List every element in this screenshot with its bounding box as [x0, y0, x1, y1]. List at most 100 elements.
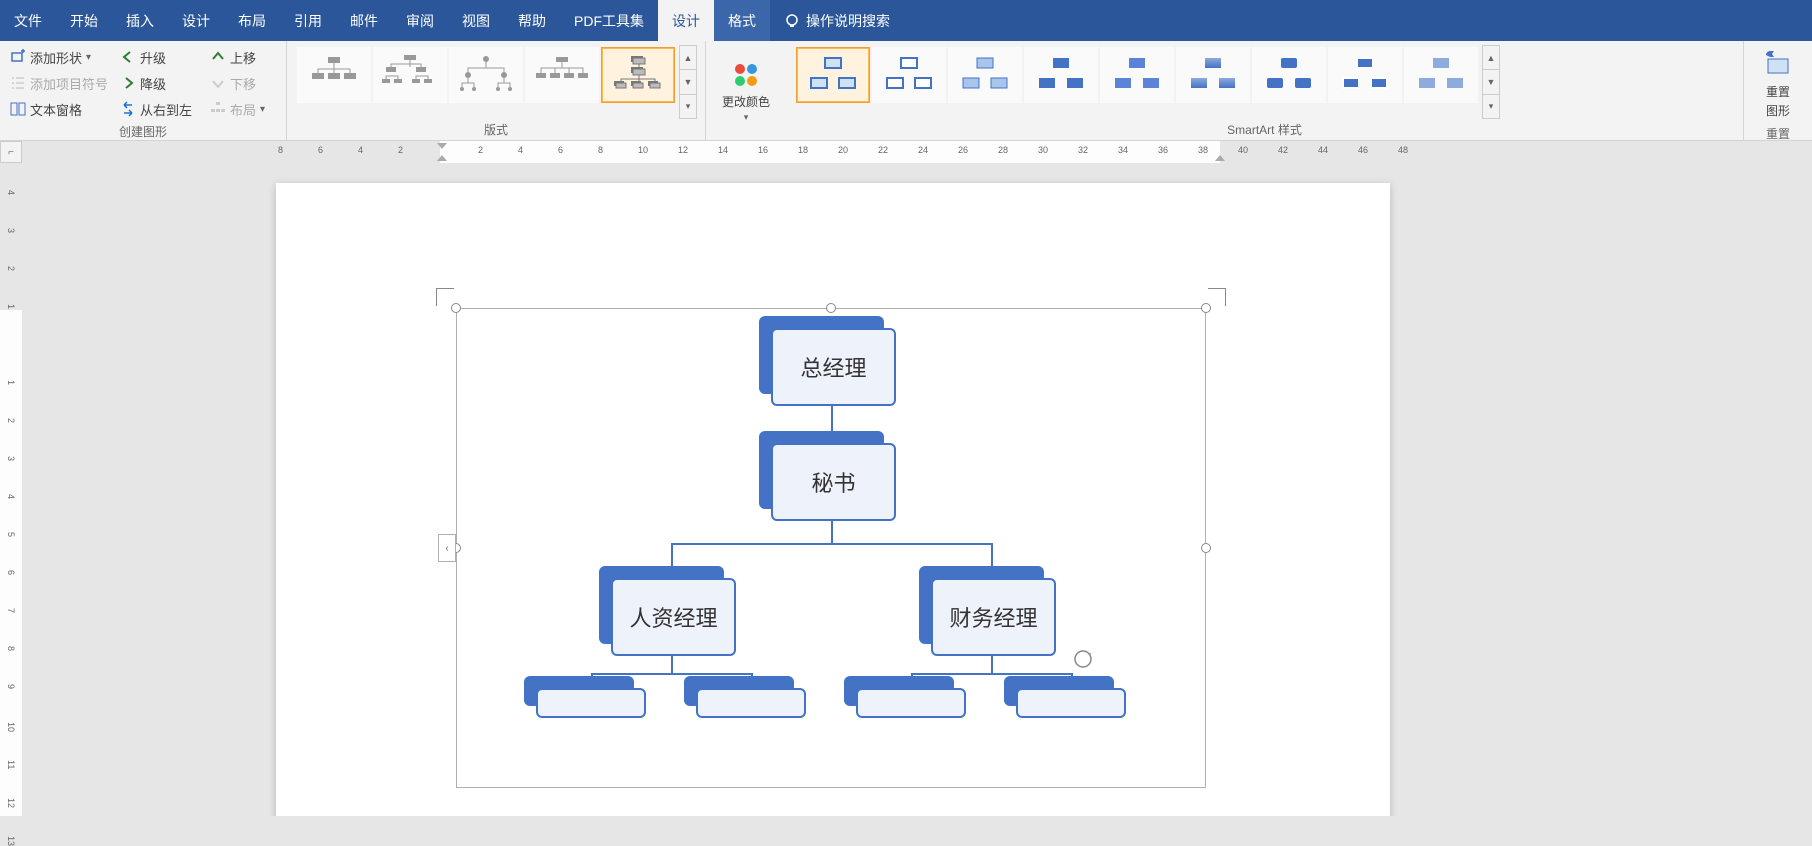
- style-option-4[interactable]: [1024, 47, 1098, 103]
- reset-icon: [1762, 49, 1794, 81]
- demote-button[interactable]: 降级: [118, 71, 208, 95]
- add-shape-button[interactable]: 添加形状 ▾: [8, 45, 118, 69]
- group-label-create: 创建图形: [8, 121, 278, 140]
- ribbon-group-styles: ▲ ▼ ▾ SmartArt 样式: [786, 41, 1744, 140]
- menu-file[interactable]: 文件: [0, 0, 56, 41]
- menu-mail[interactable]: 邮件: [336, 0, 392, 41]
- org-connector: [671, 543, 993, 545]
- reset-graphic-button[interactable]: 重置 图形: [1752, 45, 1804, 123]
- style-option-1-selected[interactable]: [796, 47, 870, 103]
- horizontal-ruler[interactable]: 8642246810121416182022242628303234363840…: [268, 141, 1812, 163]
- text-pane-expand-button[interactable]: ‹: [438, 534, 456, 562]
- menu-insert[interactable]: 插入: [112, 0, 168, 41]
- add-shape-icon: [10, 49, 26, 65]
- menu-design[interactable]: 设计: [168, 0, 224, 41]
- menu-review[interactable]: 审阅: [392, 0, 448, 41]
- corner-mark-tr: [1208, 288, 1226, 306]
- rotate-handle-icon[interactable]: [1072, 648, 1094, 670]
- ribbon: 添加形状 ▾ 添加项目符号 文本窗格 升级: [0, 41, 1812, 141]
- menu-pdf-tools[interactable]: PDF工具集: [560, 0, 658, 41]
- org-node-child[interactable]: [1016, 688, 1126, 718]
- tell-me-search[interactable]: 操作说明搜索: [770, 0, 904, 41]
- layout-icon: [210, 101, 226, 117]
- org-node-child[interactable]: [696, 688, 806, 718]
- scroll-more-button[interactable]: ▾: [1483, 95, 1499, 118]
- ribbon-group-layouts: ▲ ▼ ▾ 版式: [287, 41, 706, 140]
- org-node-label: 人资经理: [611, 578, 736, 656]
- arrow-down-icon: [210, 75, 226, 91]
- vertical-ruler[interactable]: 432112345678910111213: [0, 180, 22, 816]
- org-connector: [831, 518, 833, 543]
- menu-home[interactable]: 开始: [56, 0, 112, 41]
- org-node-label: 秘书: [771, 443, 896, 521]
- bulb-icon: [784, 13, 800, 29]
- style-option-5[interactable]: [1100, 47, 1174, 103]
- style-option-6[interactable]: [1176, 47, 1250, 103]
- org-node-hr[interactable]: 人资经理: [611, 578, 736, 656]
- promote-button[interactable]: 升级: [118, 45, 208, 69]
- org-node-label: 财务经理: [931, 578, 1056, 656]
- layout-option-3[interactable]: [449, 47, 523, 103]
- org-connector: [591, 673, 753, 675]
- scroll-up-button[interactable]: ▲: [680, 46, 696, 70]
- resize-handle-tl[interactable]: [451, 303, 461, 313]
- ribbon-group-create-graphic: 添加形状 ▾ 添加项目符号 文本窗格 升级: [0, 41, 287, 140]
- arrow-right-icon: [120, 75, 136, 91]
- layout-option-5-selected[interactable]: [601, 47, 675, 103]
- move-up-button[interactable]: 上移: [208, 45, 278, 69]
- org-node-root[interactable]: 总经理: [771, 328, 896, 406]
- ruler-corner: ⌐: [0, 141, 22, 163]
- org-node-child[interactable]: [536, 688, 646, 718]
- menu-view[interactable]: 视图: [448, 0, 504, 41]
- styles-gallery-scroll: ▲ ▼ ▾: [1482, 45, 1500, 119]
- org-node-secretary[interactable]: 秘书: [771, 443, 896, 521]
- org-node-child[interactable]: [856, 688, 966, 718]
- menu-smartart-design[interactable]: 设计: [658, 0, 714, 41]
- menu-help[interactable]: 帮助: [504, 0, 560, 41]
- scroll-up-button[interactable]: ▲: [1483, 46, 1499, 70]
- text-pane-icon: [10, 101, 26, 117]
- arrow-up-icon: [210, 49, 226, 65]
- style-option-2[interactable]: [872, 47, 946, 103]
- document-area: ‹ 总经理 秘书: [22, 163, 1812, 816]
- move-down-button: 下移: [208, 71, 278, 95]
- style-option-7[interactable]: [1252, 47, 1326, 103]
- document-page[interactable]: ‹ 总经理 秘书: [276, 183, 1390, 816]
- search-placeholder: 操作说明搜索: [806, 11, 890, 31]
- org-node-finance[interactable]: 财务经理: [931, 578, 1056, 656]
- resize-handle-right[interactable]: [1201, 543, 1211, 553]
- dropdown-icon: ▾: [744, 112, 749, 123]
- scroll-down-button[interactable]: ▼: [1483, 70, 1499, 94]
- text-pane-button[interactable]: 文本窗格: [8, 97, 118, 121]
- menu-bar: 文件 开始 插入 设计 布局 引用 邮件 审阅 视图 帮助 PDF工具集 设计 …: [0, 0, 1812, 41]
- layouts-gallery-scroll: ▲ ▼ ▾: [679, 45, 697, 119]
- style-option-9[interactable]: [1404, 47, 1478, 103]
- smartart-selection-frame[interactable]: ‹ 总经理 秘书: [436, 288, 1226, 808]
- org-node-label: 总经理: [771, 328, 896, 406]
- org-connector: [671, 653, 673, 673]
- layout-option-4[interactable]: [525, 47, 599, 103]
- styles-gallery: [794, 45, 1480, 119]
- layouts-gallery: [295, 45, 677, 119]
- rtl-icon: [120, 101, 136, 117]
- dropdown-icon: ▾: [86, 52, 96, 63]
- rtl-button[interactable]: 从右到左: [118, 97, 208, 121]
- resize-handle-top[interactable]: [826, 303, 836, 313]
- org-connector: [991, 653, 993, 673]
- menu-format[interactable]: 格式: [714, 0, 770, 41]
- right-indent-marker-icon[interactable]: [1214, 151, 1226, 163]
- scroll-down-button[interactable]: ▼: [680, 70, 696, 94]
- bullet-icon: [10, 75, 26, 91]
- menu-references[interactable]: 引用: [280, 0, 336, 41]
- resize-handle-tr[interactable]: [1201, 303, 1211, 313]
- group-label-layouts: 版式: [295, 119, 697, 138]
- change-colors-button[interactable]: 更改颜色 ▾: [714, 45, 778, 136]
- menu-layout[interactable]: 布局: [224, 0, 280, 41]
- style-option-8[interactable]: [1328, 47, 1402, 103]
- layout-option-2[interactable]: [373, 47, 447, 103]
- layout-option-1[interactable]: [297, 47, 371, 103]
- indent-marker-icon[interactable]: [436, 141, 448, 163]
- org-connector: [831, 404, 833, 434]
- style-option-3[interactable]: [948, 47, 1022, 103]
- scroll-more-button[interactable]: ▾: [680, 95, 696, 118]
